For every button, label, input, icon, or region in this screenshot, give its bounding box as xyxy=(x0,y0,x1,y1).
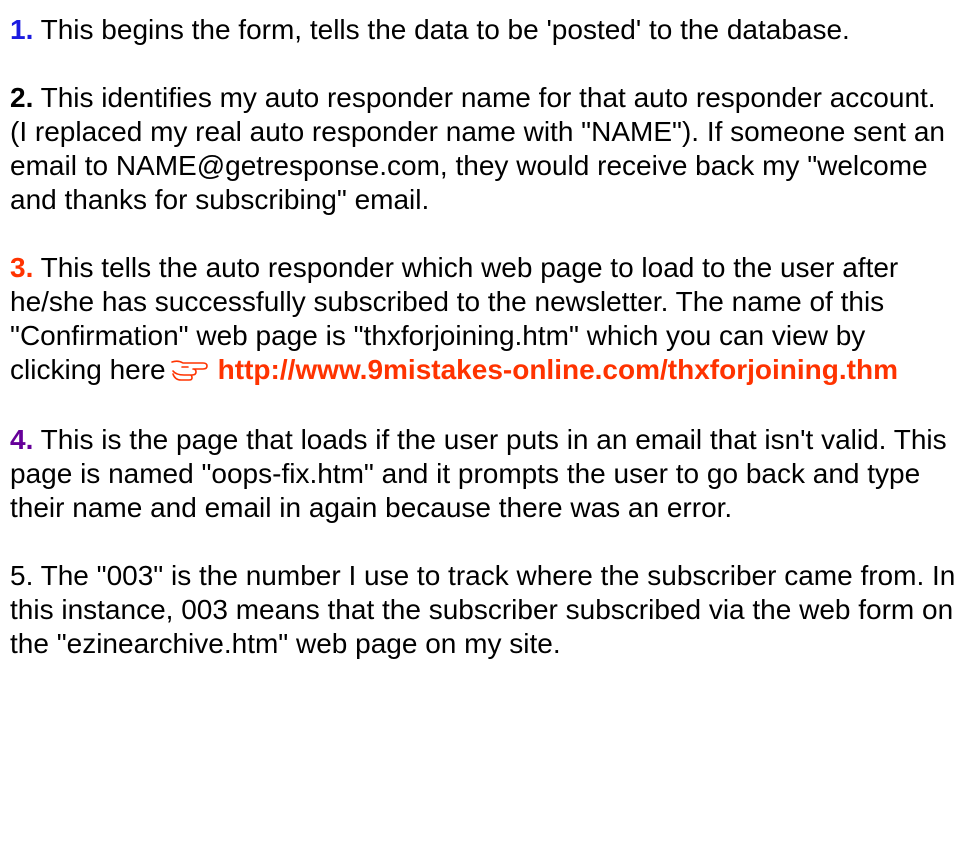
item-text-1: This begins the form, tells the data to … xyxy=(33,14,850,45)
item-text-4: This is the page that loads if the user … xyxy=(10,424,955,523)
list-item-3: 3. This tells the auto responder which w… xyxy=(10,251,960,389)
list-item-1: 1. This begins the form, tells the data … xyxy=(10,13,960,47)
item-number-1: 1. xyxy=(10,14,34,45)
list-item-5: 5. The "003" is the number I use to trac… xyxy=(10,559,960,661)
list-item-4: 4. This is the page that loads if the us… xyxy=(10,423,960,525)
document-body: 1. This begins the form, tells the data … xyxy=(10,13,960,661)
item-number-4: 4. xyxy=(10,424,34,455)
thanks-page-link[interactable]: http://www.9mistakes-online.com/thxforjo… xyxy=(218,354,898,385)
item-text-5: 5. The "003" is the number I use to trac… xyxy=(10,560,964,659)
list-item-2: 2. This identifies my auto responder nam… xyxy=(10,81,960,217)
pointing-hand-icon xyxy=(170,355,210,389)
item-number-3: 3. xyxy=(10,252,34,283)
item-number-2: 2. xyxy=(10,82,34,113)
item-text-2: This identifies my auto responder name f… xyxy=(10,82,953,215)
